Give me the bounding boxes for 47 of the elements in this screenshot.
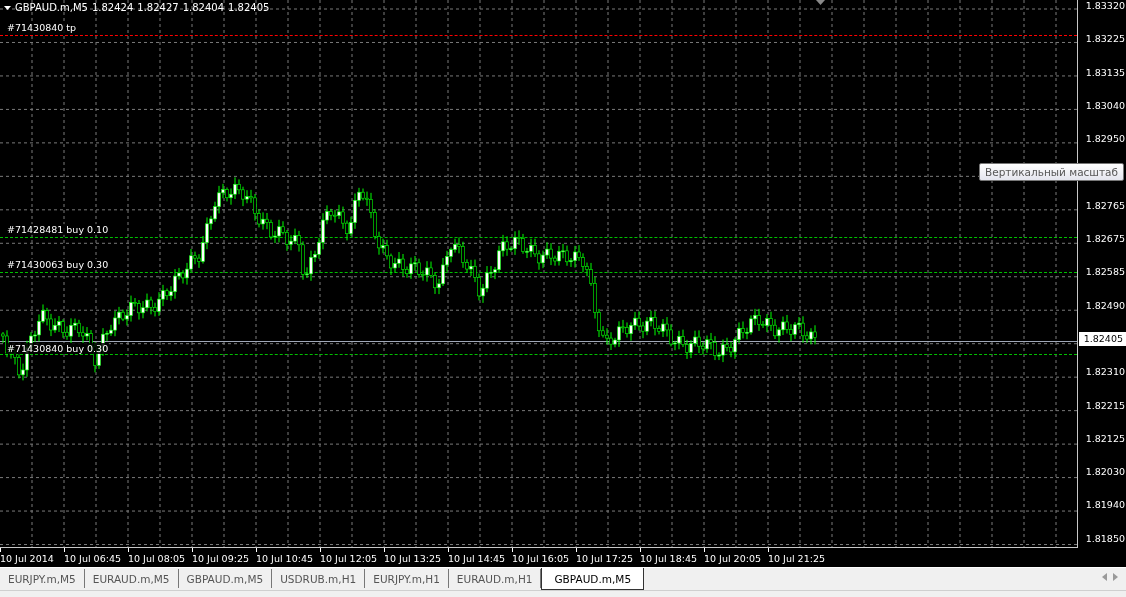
price-axis-label: 1.83320 [1085,0,1125,12]
price-axis-label: 1.82030 [1085,466,1125,479]
chart-tab[interactable]: GBPAUD.m,M5 [178,569,273,588]
dropdown-triangle-icon[interactable] [4,5,11,10]
price-axis-label: 1.82215 [1085,399,1125,412]
chart-tab[interactable]: GBPAUD.m,M5 [541,568,645,590]
order-label: #71428481 buy 0.10 [6,224,110,235]
price-axis-label: 1.83040 [1085,99,1125,112]
price-axis-label: 1.82765 [1085,199,1125,212]
price-axis-label: 1.83135 [1085,66,1125,79]
time-axis-label: 10 Jul 13:25 [384,548,448,567]
quote-value: 1.82405 [228,2,270,13]
current-price-label: 1.82405 [1078,331,1126,346]
chart-shift-triangle-icon[interactable] [816,0,825,5]
quote-value: 1.82427 [137,2,179,13]
time-axis-label: 10 Jul 17:25 [576,548,640,567]
price-axis-label: 1.83225 [1085,33,1125,46]
time-axis-label: 10 Jul 08:05 [128,548,192,567]
time-axis-label: 10 Jul 20:05 [704,548,768,567]
chart-tab[interactable]: EURAUD.m,M5 [84,569,179,588]
price-axis-label: 1.81940 [1085,499,1125,512]
order-label: #71430840 tp [6,22,78,33]
time-axis-label: 10 Jul 18:45 [640,548,704,567]
price-axis-label: 1.82675 [1085,233,1125,246]
order-label: #71430840 buy 0.30 [6,343,110,354]
time-axis-label: 10 Jul 21:25 [768,548,832,567]
quote-value: 1.82424 [91,2,134,13]
time-axis-label: 10 Jul 06:45 [64,548,128,567]
time-axis-label: 10 Jul 16:05 [512,548,576,567]
chart-tab[interactable]: EURJPY.m,M5 [0,569,85,588]
price-axis-label: 1.82950 [1085,133,1125,146]
price-axis-label: 1.81850 [1085,532,1125,545]
time-axis-label: 10 Jul 09:25 [192,548,256,567]
tooltip: Вертикальный масштаб [978,163,1124,182]
chart-tab[interactable]: EURJPY.m,H1 [365,569,449,588]
price-axis-label: 1.82585 [1085,266,1125,279]
time-axis-label: 10 Jul 10:45 [256,548,320,567]
chart-tab[interactable]: USDRUB.m,H1 [272,569,366,588]
price-axis-label: 1.82125 [1085,432,1125,445]
time-axis-label: 10 Jul 14:45 [448,548,512,567]
order-label: #71430063 buy 0.30 [6,259,110,270]
symbol-title: GBPAUD.m,M5 [15,2,88,13]
price-axis-label: 1.82490 [1085,299,1125,312]
price-axis-label: 1.82310 [1085,366,1125,379]
quote-value: 1.82404 [182,2,225,13]
time-axis-label: 10 Jul 12:05 [320,548,384,567]
time-axis-label: 10 Jul 2014 [0,548,64,567]
